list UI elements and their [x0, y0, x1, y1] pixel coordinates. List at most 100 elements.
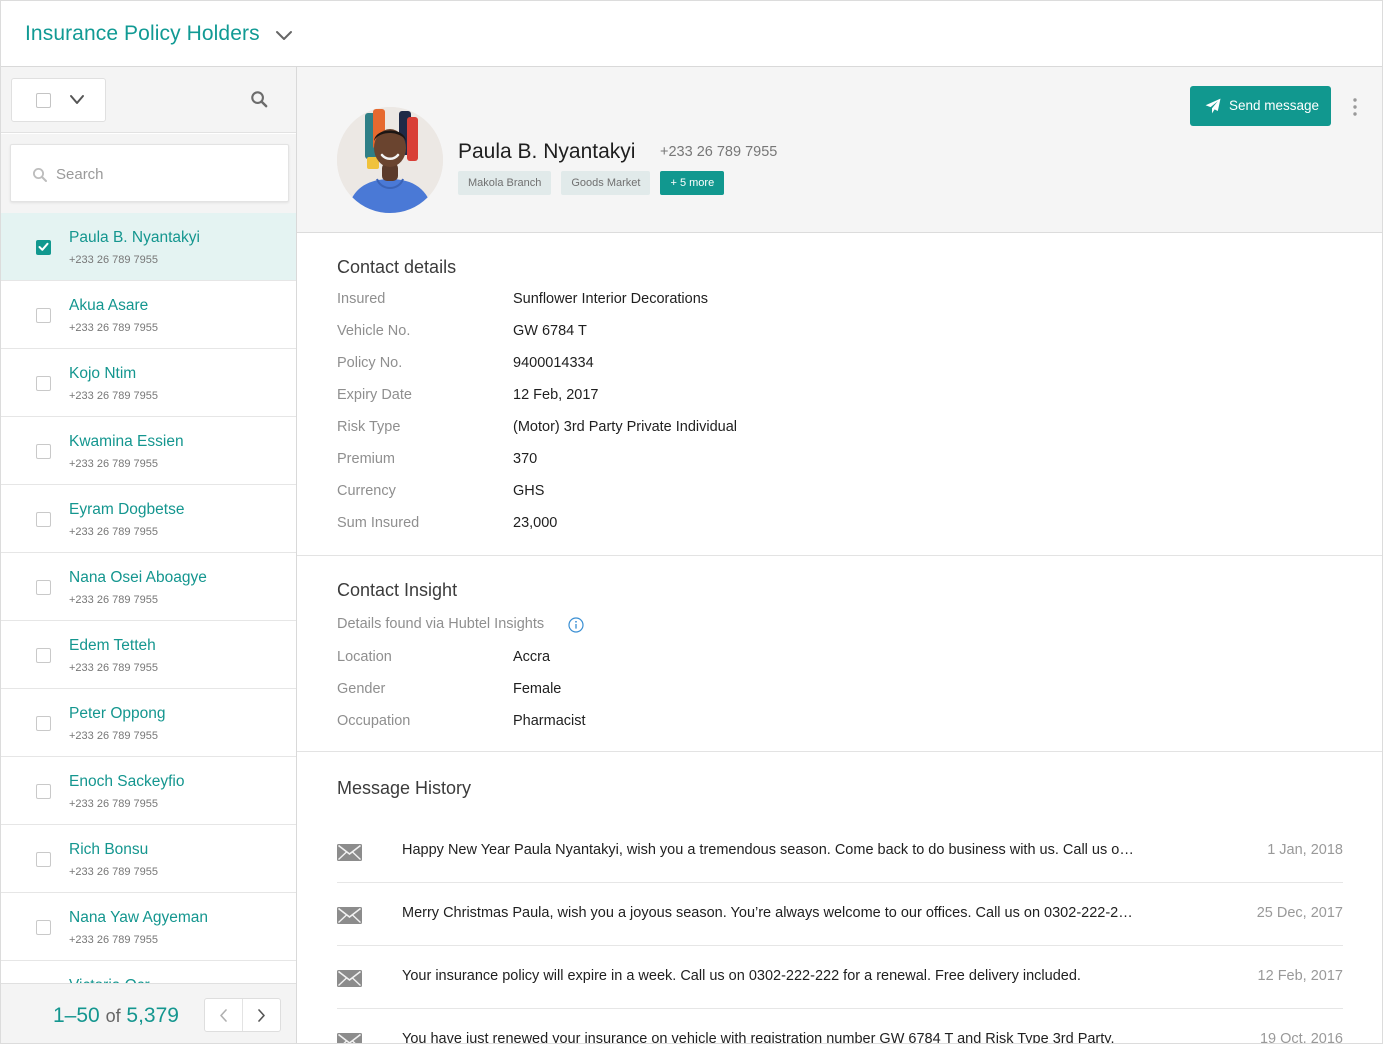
- insight-row: Location Accra: [337, 649, 1237, 671]
- message-row[interactable]: Merry Christmas Paula, wish you a joyous…: [337, 884, 1343, 946]
- avatar: [337, 107, 443, 213]
- next-page-button[interactable]: [243, 999, 281, 1031]
- contact-checkbox[interactable]: [36, 444, 51, 459]
- page-of-label: of: [105, 1006, 121, 1026]
- insight-row: Occupation Pharmacist: [337, 713, 1237, 735]
- message-date: 12 Feb, 2017: [1257, 968, 1343, 984]
- sidebar-toolbar: [1, 67, 296, 133]
- contact-details-title: Contact details: [337, 257, 457, 277]
- detail-value: 9400014334: [513, 355, 594, 371]
- contact-checkbox[interactable]: [36, 920, 51, 935]
- detail-row: Vehicle No. GW 6784 T: [337, 323, 1237, 345]
- insight-label: Occupation: [337, 713, 411, 729]
- contact-checkbox[interactable]: [36, 308, 51, 323]
- detail-row: Currency GHS: [337, 483, 1237, 505]
- contact-name: Nana Osei Aboagye: [69, 569, 207, 586]
- insight-label: Location: [337, 649, 392, 665]
- detail-label: Premium: [337, 451, 396, 467]
- contact-checkbox[interactable]: [36, 648, 51, 663]
- contact-list-item[interactable]: Enoch Sackeyfio +233 26 789 7955: [1, 757, 296, 825]
- contact-checkbox[interactable]: [36, 512, 51, 527]
- total-count: 5,379: [126, 1004, 179, 1027]
- sidebar: Paula B. Nyantakyi +233 26 789 7955 Akua A…: [1, 67, 297, 1043]
- contact-phone: +233 26 789 7955: [69, 254, 159, 266]
- contact-name: Peter Oppong: [69, 705, 166, 722]
- send-message-button[interactable]: Send message: [1190, 86, 1331, 126]
- select-all-checkbox[interactable]: [36, 93, 51, 108]
- contact-phone: +233 26 789 7955: [69, 730, 159, 742]
- message-date: 19 Oct, 2016: [1259, 1031, 1343, 1044]
- bulk-select-dropdown[interactable]: [11, 78, 106, 122]
- detail-value: GHS: [513, 483, 545, 499]
- contact-name: Akua Asare: [69, 297, 149, 314]
- detail-label: Expiry Date: [337, 387, 412, 403]
- detail-row: Sum Insured 23,000: [337, 515, 1237, 537]
- contact-details-section: Contact details Insured Sunflower Interio…: [297, 234, 1382, 556]
- contact-list-item[interactable]: Edem Tetteh +233 26 789 7955: [1, 621, 296, 689]
- contact-name: Eyram Dogbetse: [69, 501, 185, 518]
- message-date: 25 Dec, 2017: [1256, 905, 1343, 921]
- contact-list-item[interactable]: Kojo Ntim +233 26 789 7955: [1, 349, 296, 417]
- contact-phone: +233 26 789 7955: [69, 934, 159, 946]
- detail-value: GW 6784 T: [513, 323, 587, 339]
- message-history-section: Message History Happy New Year Paula Nya…: [297, 752, 1382, 1044]
- send-message-label: Send message: [1229, 98, 1320, 113]
- envelope-icon: [337, 907, 362, 924]
- message-date: 1 Jan, 2018: [1267, 842, 1343, 858]
- contact-checkbox[interactable]: [36, 784, 51, 799]
- detail-label: Vehicle No.: [337, 323, 411, 339]
- contact-phone: +233 26 789 7955: [69, 390, 159, 402]
- detail-label: Risk Type: [337, 419, 401, 435]
- chevron-right-icon: [258, 1009, 265, 1022]
- kebab-icon[interactable]: [1348, 96, 1362, 118]
- message-history-title: Message History: [337, 778, 472, 798]
- contact-phone: +233 26 789 7955: [69, 798, 159, 810]
- detail-label: Insured: [337, 291, 386, 307]
- contact-list-item[interactable]: Eyram Dogbetse +233 26 789 7955: [1, 485, 296, 553]
- contact-list-item[interactable]: Rich Bonsu +233 26 789 7955: [1, 825, 296, 893]
- page-title[interactable]: Insurance Policy Holders: [25, 22, 260, 46]
- contact-list: Paula B. Nyantakyi +233 26 789 7955 Akua A…: [1, 213, 296, 983]
- contact-name: Kojo Ntim: [69, 365, 137, 382]
- tag: Makola Branch: [458, 171, 552, 195]
- search-icon[interactable]: [250, 90, 269, 109]
- contact-name: Kwamina Essien: [69, 433, 184, 450]
- chevron-down-icon[interactable]: [274, 28, 294, 44]
- contact-name: Paula B. Nyantakyi: [69, 229, 200, 246]
- prev-page-button[interactable]: [205, 999, 243, 1031]
- contact-list-item[interactable]: Akua Asare +233 26 789 7955: [1, 281, 296, 349]
- contact-phone: +233 26 789 7955: [69, 866, 159, 878]
- info-icon[interactable]: [568, 617, 584, 633]
- contact-checkbox[interactable]: [36, 580, 51, 595]
- contact-phone: +233 26 789 7955: [69, 526, 159, 538]
- contact-checkbox[interactable]: [36, 376, 51, 391]
- contact-name: Enoch Sackeyfio: [69, 773, 185, 790]
- insight-value: Pharmacist: [513, 713, 586, 729]
- contact-list-item[interactable]: Peter Oppong +233 26 789 7955: [1, 689, 296, 757]
- message-row[interactable]: Happy New Year Paula Nyantakyi, wish you…: [337, 821, 1343, 883]
- contact-list-item[interactable]: Paula B. Nyantakyi +233 26 789 7955: [1, 213, 296, 281]
- search-input[interactable]: [56, 162, 276, 186]
- contact-checkbox[interactable]: [36, 716, 51, 731]
- detail-value: 370: [513, 451, 538, 467]
- more-tags-button[interactable]: + 5 more: [660, 171, 725, 195]
- profile-name: Paula B. Nyantakyi: [458, 140, 636, 163]
- message-row[interactable]: Your insurance policy will expire in a w…: [337, 947, 1343, 1009]
- main-panel: Paula B. Nyantakyi +233 26 789 7955 Mako…: [297, 67, 1382, 1044]
- contact-list-item[interactable]: Nana Osei Aboagye +233 26 789 7955: [1, 553, 296, 621]
- message-row[interactable]: You have just renewed your insurance on …: [337, 1010, 1343, 1044]
- top-header: Insurance Policy Holders: [1, 1, 1382, 67]
- app-frame: Insurance Policy Holders Search Paula B.…: [0, 0, 1383, 1044]
- contact-list-item[interactable]: Nana Yaw Agyeman +233 26 789 7955: [1, 893, 296, 961]
- contact-list-item[interactable]: Kwamina Essien +233 26 789 7955: [1, 417, 296, 485]
- insight-value: Accra: [513, 649, 551, 665]
- profile-tags: Makola Branch Goods Market + 5 more: [458, 171, 725, 195]
- contact-checkbox[interactable]: [36, 240, 51, 255]
- contact-checkbox[interactable]: [36, 852, 51, 867]
- checkmark-icon: [38, 242, 49, 251]
- message-text: Your insurance policy will expire in a w…: [402, 968, 1081, 984]
- contact-list-item[interactable]: Victoria Ocr...+233 26 789 7955: [1, 961, 296, 983]
- chevron-down-icon[interactable]: [69, 94, 85, 106]
- detail-value: 12 Feb, 2017: [513, 387, 599, 403]
- search-icon: [33, 168, 47, 182]
